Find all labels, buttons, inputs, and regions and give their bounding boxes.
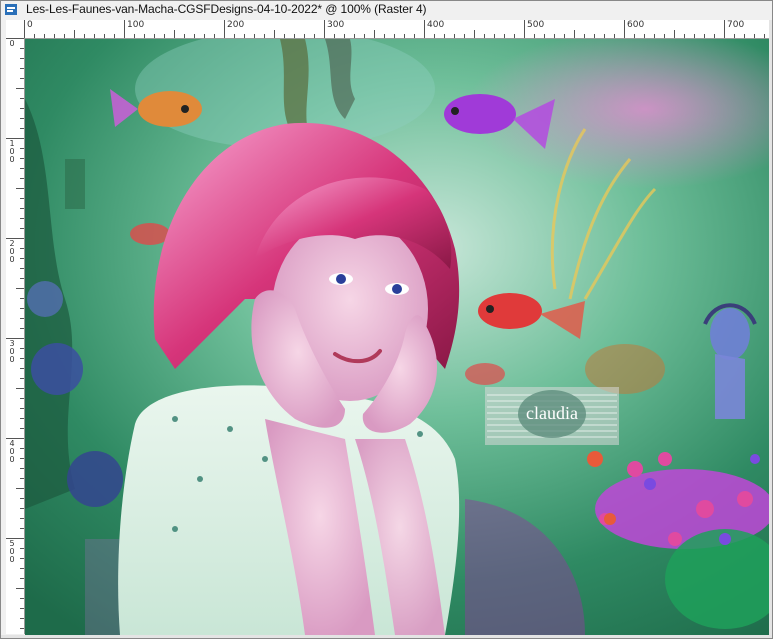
ruler-label-300: 300 [327,20,345,30]
artwork: claudia [25,39,769,635]
ruler-v-label-400: 400 [9,439,15,464]
coral-orange [585,344,665,394]
blueberry [31,343,83,395]
girl-iris-right [392,284,402,294]
ruler-v-label-300: 300 [9,339,15,364]
document-icon [5,4,17,15]
ruler-v-label-500: 500 [9,539,15,564]
blueberry [27,281,63,317]
watermark: claudia [485,387,619,445]
window-edge-bottom [0,635,773,639]
ruler-v-label-100: 100 [9,139,15,164]
title-bar: Les-Les-Faunes-van-Macha-CGSFDesigns-04-… [0,0,773,20]
watermark-text: claudia [526,403,578,423]
ruler-v-label-200: 200 [9,239,15,264]
ruler-label-600: 600 [627,20,645,30]
ruler-label-0: 0 [27,20,33,30]
window-title: Les-Les-Faunes-van-Macha-CGSFDesigns-04-… [26,2,427,16]
ruler-v-label-0: 0 [9,39,15,48]
horizontal-ruler[interactable]: 0 100 200 300 400 500 600 700 [24,20,769,39]
ruler-label-200: 200 [227,20,245,30]
ruler-corner [6,20,25,39]
window-edge-right [769,20,773,639]
ruler-label-700: 700 [727,20,745,30]
ruler-label-100: 100 [127,20,145,30]
girl-iris-left [336,274,346,284]
ruler-label-500: 500 [527,20,545,30]
left-structure [65,159,85,209]
mushroom [587,451,603,467]
ruler-label-400: 400 [427,20,445,30]
image-canvas[interactable]: claudia [25,39,769,635]
vertical-ruler[interactable]: 0 100 200 300 400 500 [6,38,25,634]
blueberry [67,451,123,507]
mushroom [604,513,616,525]
